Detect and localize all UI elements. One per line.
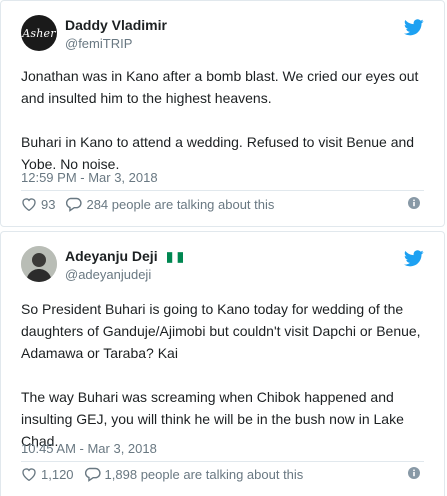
- avatar[interactable]: Asher: [21, 15, 57, 51]
- avatar-logo-text: Asher: [22, 26, 56, 40]
- heart-icon: [22, 198, 36, 211]
- author-handle[interactable]: @adeyanjudeji: [65, 267, 151, 282]
- tweet-timestamp[interactable]: 12:59 PM - Mar 3, 2018: [21, 170, 158, 185]
- reply-button[interactable]: 1,898 people are talking about this: [84, 466, 304, 482]
- reply-button[interactable]: 284 people are talking about this: [65, 197, 274, 212]
- avatar[interactable]: [21, 246, 57, 282]
- twitter-bird-icon[interactable]: [403, 19, 424, 41]
- talking-count: 284 people are talking about this: [86, 196, 275, 212]
- like-button[interactable]: 1,120: [21, 467, 74, 482]
- speech-bubble-icon: [66, 197, 83, 212]
- tweet-card: Adeyanju Deji @adeyanjudeji So President…: [0, 231, 445, 496]
- like-count: 93: [41, 196, 56, 212]
- info-icon[interactable]: [408, 467, 424, 482]
- tweet-card: Asher Daddy Vladimir @femiTRIP Jonathan …: [0, 0, 445, 227]
- like-button[interactable]: 93: [21, 197, 55, 212]
- author-name[interactable]: Daddy Vladimir: [65, 17, 167, 33]
- author-name[interactable]: Adeyanju Deji: [65, 248, 184, 264]
- talking-count: 1,898 people are talking about this: [104, 466, 304, 482]
- like-count: 1,120: [41, 466, 74, 482]
- divider: [21, 190, 424, 191]
- tweet-actions: 1,120 1,898 people are talking about thi…: [21, 465, 424, 483]
- tweet-actions: 93 284 people are talking about this: [21, 195, 424, 213]
- nigeria-flag-icon: [167, 252, 184, 263]
- author-name-text: Adeyanju Deji: [65, 248, 158, 264]
- speech-bubble-icon: [84, 467, 101, 482]
- author-handle[interactable]: @femiTRIP: [65, 36, 132, 51]
- divider: [21, 461, 424, 462]
- info-icon[interactable]: [408, 197, 424, 212]
- tweet-paragraph: Jonathan was in Kano after a bomb blast.…: [21, 68, 419, 106]
- tweet-paragraph: Buhari in Kano to attend a wedding. Refu…: [21, 134, 415, 172]
- twitter-bird-icon[interactable]: [403, 250, 424, 272]
- tweet-timestamp[interactable]: 10:45 AM - Mar 3, 2018: [21, 441, 157, 456]
- heart-icon: [22, 468, 36, 481]
- tweet-paragraph: So President Buhari is going to Kano tod…: [21, 301, 421, 361]
